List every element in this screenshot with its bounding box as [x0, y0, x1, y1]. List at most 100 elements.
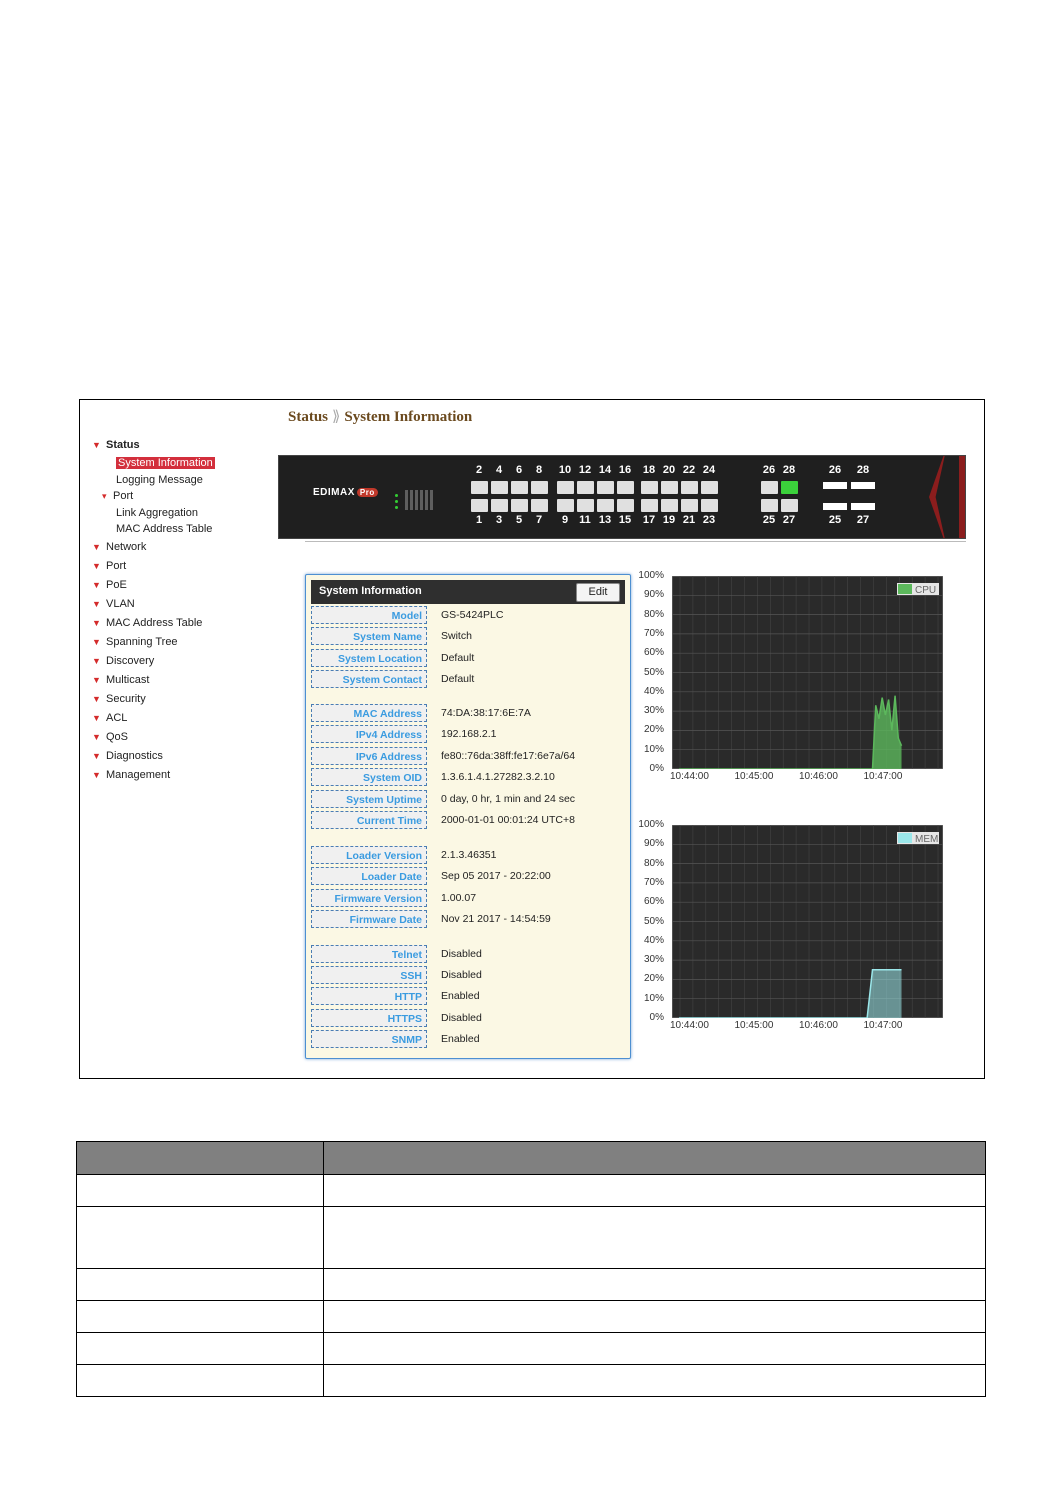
port-11-icon[interactable] [577, 499, 594, 512]
info-label: IPv4 Address [311, 725, 427, 743]
sfp-label-bottom: 25 [828, 514, 842, 526]
port-4-icon[interactable] [491, 481, 508, 494]
info-value: Default [441, 652, 475, 664]
chevron-down-icon: ▼ [92, 440, 101, 450]
chevron-down-icon: ▼ [92, 560, 101, 571]
port-label-top: 10 [558, 464, 572, 476]
info-value: Disabled [441, 969, 482, 981]
sidebar-item-vlan[interactable]: ▼ VLAN [88, 595, 278, 614]
port-label-bottom: 15 [618, 514, 632, 526]
port-label-top: 24 [702, 464, 716, 476]
port-label-top: 18 [642, 464, 656, 476]
sidebar-item-multicast[interactable]: ▼ Multicast [88, 671, 278, 690]
legend-label: MEM [915, 834, 938, 845]
x-tick-label: 10:45:00 [734, 1020, 774, 1031]
port-label-top: 26 [762, 464, 776, 476]
sfp-port-icon[interactable] [851, 503, 875, 510]
sidebar-item-port[interactable]: ▼ Port [88, 557, 278, 576]
chevron-down-icon: ▼ [92, 636, 101, 647]
sidebar-item-diagnostics[interactable]: ▼ Diagnostics [88, 747, 278, 766]
port-2-icon[interactable] [471, 481, 488, 494]
info-row-ipv4-address: IPv4 Address 192.168.2.1 [311, 725, 625, 745]
x-tick-label: 10:45:00 [734, 771, 774, 782]
port-24-icon[interactable] [701, 481, 718, 494]
sidebar-item-qos[interactable]: ▼ QoS [88, 728, 278, 747]
chevron-down-icon: ▼ [92, 579, 101, 590]
port-13-icon[interactable] [597, 499, 614, 512]
port-26-icon[interactable] [761, 481, 778, 494]
info-value: GS-5424PLC [441, 609, 504, 621]
info-label: Firmware Date [311, 910, 427, 928]
sidebar-item-mac-address-table[interactable]: ▼ MAC Address Table [88, 614, 278, 633]
sidebar-item-security[interactable]: ▼ Security [88, 690, 278, 709]
port-label-top: 12 [578, 464, 592, 476]
port-22-icon[interactable] [681, 481, 698, 494]
sidebar-item-status[interactable]: ▼ Status [88, 436, 278, 455]
sidebar-item-acl[interactable]: ▼ ACL [88, 709, 278, 728]
sfp-label-bottom: 27 [856, 514, 870, 526]
port-1-icon[interactable] [471, 499, 488, 512]
breadcrumb-section[interactable]: Status [288, 409, 328, 425]
port-12-icon[interactable] [577, 481, 594, 494]
sidebar-item-system-information[interactable]: System Information [88, 455, 278, 472]
table-row [76, 1206, 986, 1269]
sidebar-item-spanning-tree[interactable]: ▼ Spanning Tree [88, 633, 278, 652]
x-tick-label: 10:44:00 [670, 771, 709, 782]
y-tick-label: 40% [643, 685, 664, 697]
y-tick-label: 80% [643, 608, 664, 620]
port-25-icon[interactable] [761, 499, 778, 512]
sidebar-item-port-group[interactable]: ▾ Port [88, 488, 278, 505]
port-7-icon[interactable] [531, 499, 548, 512]
port-17-icon[interactable] [641, 499, 658, 512]
sfp-port-icon[interactable] [823, 503, 847, 510]
sidebar-item-discovery[interactable]: ▼ Discovery [88, 652, 278, 671]
edit-button[interactable]: Edit [576, 583, 620, 602]
port-19-icon[interactable] [661, 499, 678, 512]
info-row-https: HTTPS Disabled [311, 1009, 625, 1029]
sfp-port-icon[interactable] [823, 482, 847, 489]
sidebar-item-poe[interactable]: ▼ PoE [88, 576, 278, 595]
port-20-icon[interactable] [661, 481, 678, 494]
port-21-icon[interactable] [681, 499, 698, 512]
memory-usage-chart: MEM 100% 90% 80% 70% 60% 50% 40% 30% 20% 10% 0% 10:4… [638, 819, 943, 1031]
breadcrumb: Status ⟫ System Information [288, 407, 472, 426]
chevron-down-icon: ▼ [92, 541, 101, 552]
info-label: Loader Version [311, 846, 427, 864]
port-18-icon[interactable] [641, 481, 658, 494]
info-row-telnet: Telnet Disabled [311, 945, 625, 965]
port-9-icon[interactable] [557, 499, 574, 512]
port-15-icon[interactable] [617, 499, 634, 512]
port-27-icon[interactable] [781, 499, 798, 512]
sidebar-item-management[interactable]: ▼ Management [88, 766, 278, 785]
port-label-top: 14 [598, 464, 612, 476]
port-10-icon[interactable] [557, 481, 574, 494]
sidebar-item-logging-message[interactable]: Logging Message [88, 472, 278, 489]
info-value: Disabled [441, 1012, 482, 1024]
sidebar-item-mac-address-table-sub[interactable]: MAC Address Table [88, 521, 278, 538]
sfp-port-icon[interactable] [851, 482, 875, 489]
divider [305, 541, 966, 542]
port-6-icon[interactable] [511, 481, 528, 494]
y-tick-label: 50% [643, 666, 664, 678]
sidebar-item-link-aggregation[interactable]: Link Aggregation [88, 505, 278, 522]
info-label: System Uptime [311, 790, 427, 808]
y-tick-label: 60% [643, 647, 664, 659]
port-5-icon[interactable] [511, 499, 528, 512]
sidebar-item-network[interactable]: ▼ Network [88, 538, 278, 557]
table-row [76, 1174, 986, 1207]
x-tick-label: 10:44:00 [670, 1020, 709, 1031]
port-16-icon[interactable] [617, 481, 634, 494]
table-row [76, 1332, 986, 1365]
y-tick-label: 30% [643, 954, 664, 966]
port-28-icon[interactable] [781, 481, 798, 494]
port-14-icon[interactable] [597, 481, 614, 494]
info-label: Firmware Version [311, 889, 427, 907]
port-label-bottom: 7 [535, 514, 543, 526]
port-8-icon[interactable] [531, 481, 548, 494]
port-23-icon[interactable] [701, 499, 718, 512]
port-3-icon[interactable] [491, 499, 508, 512]
y-tick-label: 10% [643, 992, 664, 1004]
info-label: Current Time [311, 811, 427, 829]
y-tick-label: 60% [643, 896, 664, 908]
info-row-loader-version: Loader Version 2.1.3.46351 [311, 846, 625, 866]
